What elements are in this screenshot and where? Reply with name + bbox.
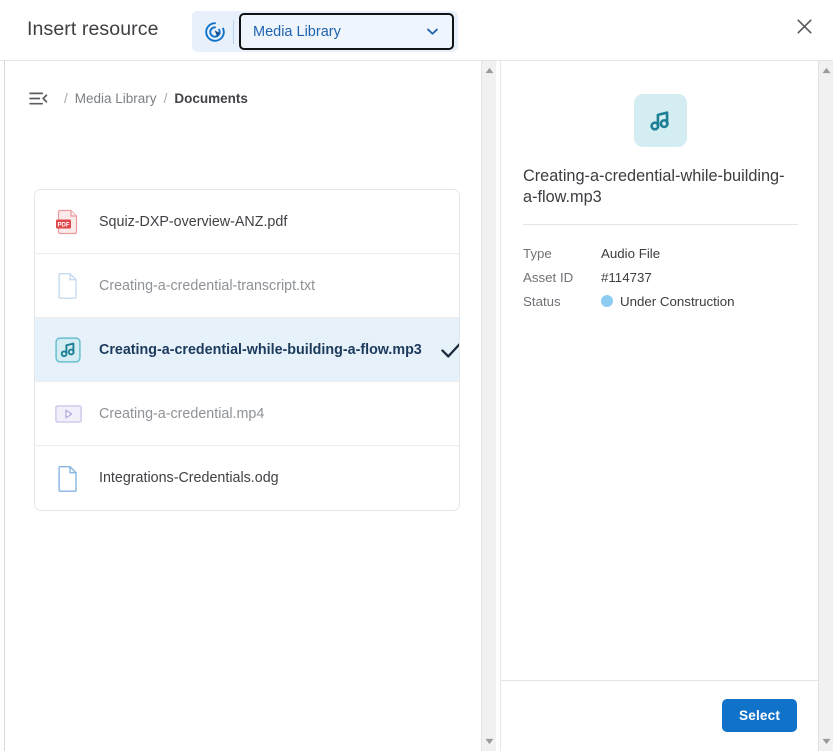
detail-thumbnail (501, 94, 818, 147)
detail-content: Creating-a-credential-while-building-a-f… (501, 61, 818, 681)
breadcrumb-separator-1: / (163, 90, 168, 106)
status-dot-icon (601, 295, 613, 307)
breadcrumb-item-media-library[interactable]: Media Library (75, 91, 157, 106)
target-cursor-icon (200, 17, 230, 47)
close-button[interactable] (785, 9, 823, 47)
breadcrumb-item-documents: Documents (174, 90, 248, 106)
file-name: Creating-a-credential-while-building-a-f… (99, 341, 422, 358)
file-name: Creating-a-credential.mp4 (99, 405, 265, 422)
metadata-key: Type (523, 245, 552, 261)
text-file-icon (54, 272, 82, 300)
audio-file-icon (633, 94, 687, 147)
pdf-file-icon: PDF (54, 208, 82, 236)
check-icon (438, 337, 459, 363)
breadcrumb: / Media Library / Documents (27, 87, 248, 109)
list-item[interactable]: Integrations-Credentials.odg (35, 446, 459, 510)
detail-divider (523, 224, 798, 225)
metadata-value-wrapper: Under Construction (601, 294, 801, 309)
file-name: Creating-a-credential-transcript.txt (99, 277, 316, 294)
video-file-icon (54, 400, 82, 428)
status-badge: Under Construction (620, 293, 735, 309)
metadata-key: Asset ID (523, 269, 574, 285)
resource-source-picker: Media Library (192, 11, 458, 52)
scroll-up-arrow[interactable] (819, 63, 833, 78)
scroll-down-arrow[interactable] (819, 734, 833, 749)
metadata-row-status: Status Under Construction (523, 289, 801, 313)
metadata-value: Audio File (601, 245, 661, 261)
source-select[interactable]: Media Library (239, 13, 454, 50)
browser-pane-scrollbar[interactable] (481, 61, 496, 751)
select-button[interactable]: Select (722, 699, 797, 732)
metadata-value: #114737 (601, 269, 652, 285)
browser-pane: / Media Library / Documents PDF Squiz-DX… (5, 61, 480, 751)
svg-text:PDF: PDF (58, 222, 70, 228)
detail-title: Creating-a-credential-while-building-a-f… (523, 167, 785, 206)
list-item-selected[interactable]: Creating-a-credential-while-building-a-f… (35, 318, 459, 382)
chevron-down-icon (424, 24, 440, 40)
detail-footer: Select (501, 682, 818, 751)
list-item[interactable]: Creating-a-credential.mp4 (35, 382, 459, 446)
modal-body: / Media Library / Documents PDF Squiz-DX… (0, 61, 833, 751)
collapse-panel-icon[interactable] (27, 89, 49, 107)
audio-file-icon (54, 336, 82, 364)
file-name: Integrations-Credentials.odg (99, 470, 279, 486)
close-icon (796, 18, 813, 38)
scroll-down-arrow[interactable] (482, 734, 497, 749)
page-scrollbar[interactable] (818, 61, 833, 751)
source-select-value: Media Library (253, 23, 341, 40)
file-list: PDF Squiz-DXP-overview-ANZ.pdf Creating-… (34, 189, 460, 511)
list-item[interactable]: Creating-a-credential-transcript.txt (35, 254, 459, 318)
document-file-icon (54, 464, 82, 492)
picker-divider (233, 19, 234, 44)
metadata-key: Status (523, 293, 561, 309)
metadata-row-asset-id: Asset ID #114737 (523, 265, 801, 289)
scroll-up-arrow[interactable] (482, 63, 497, 78)
detail-metadata: Type Audio File Asset ID #114737 Status … (523, 241, 801, 313)
detail-pane: Creating-a-credential-while-building-a-f… (500, 61, 818, 751)
breadcrumb-separator-0: / (64, 90, 68, 106)
file-name: Squiz-DXP-overview-ANZ.pdf (99, 213, 288, 230)
page-title: Insert resource (27, 18, 159, 40)
modal-header: Insert resource Media Library (0, 0, 833, 61)
insert-resource-modal: Insert resource Media Library / Media Li… (0, 0, 833, 751)
list-item[interactable]: PDF Squiz-DXP-overview-ANZ.pdf (35, 190, 459, 254)
metadata-row-type: Type Audio File (523, 241, 801, 265)
